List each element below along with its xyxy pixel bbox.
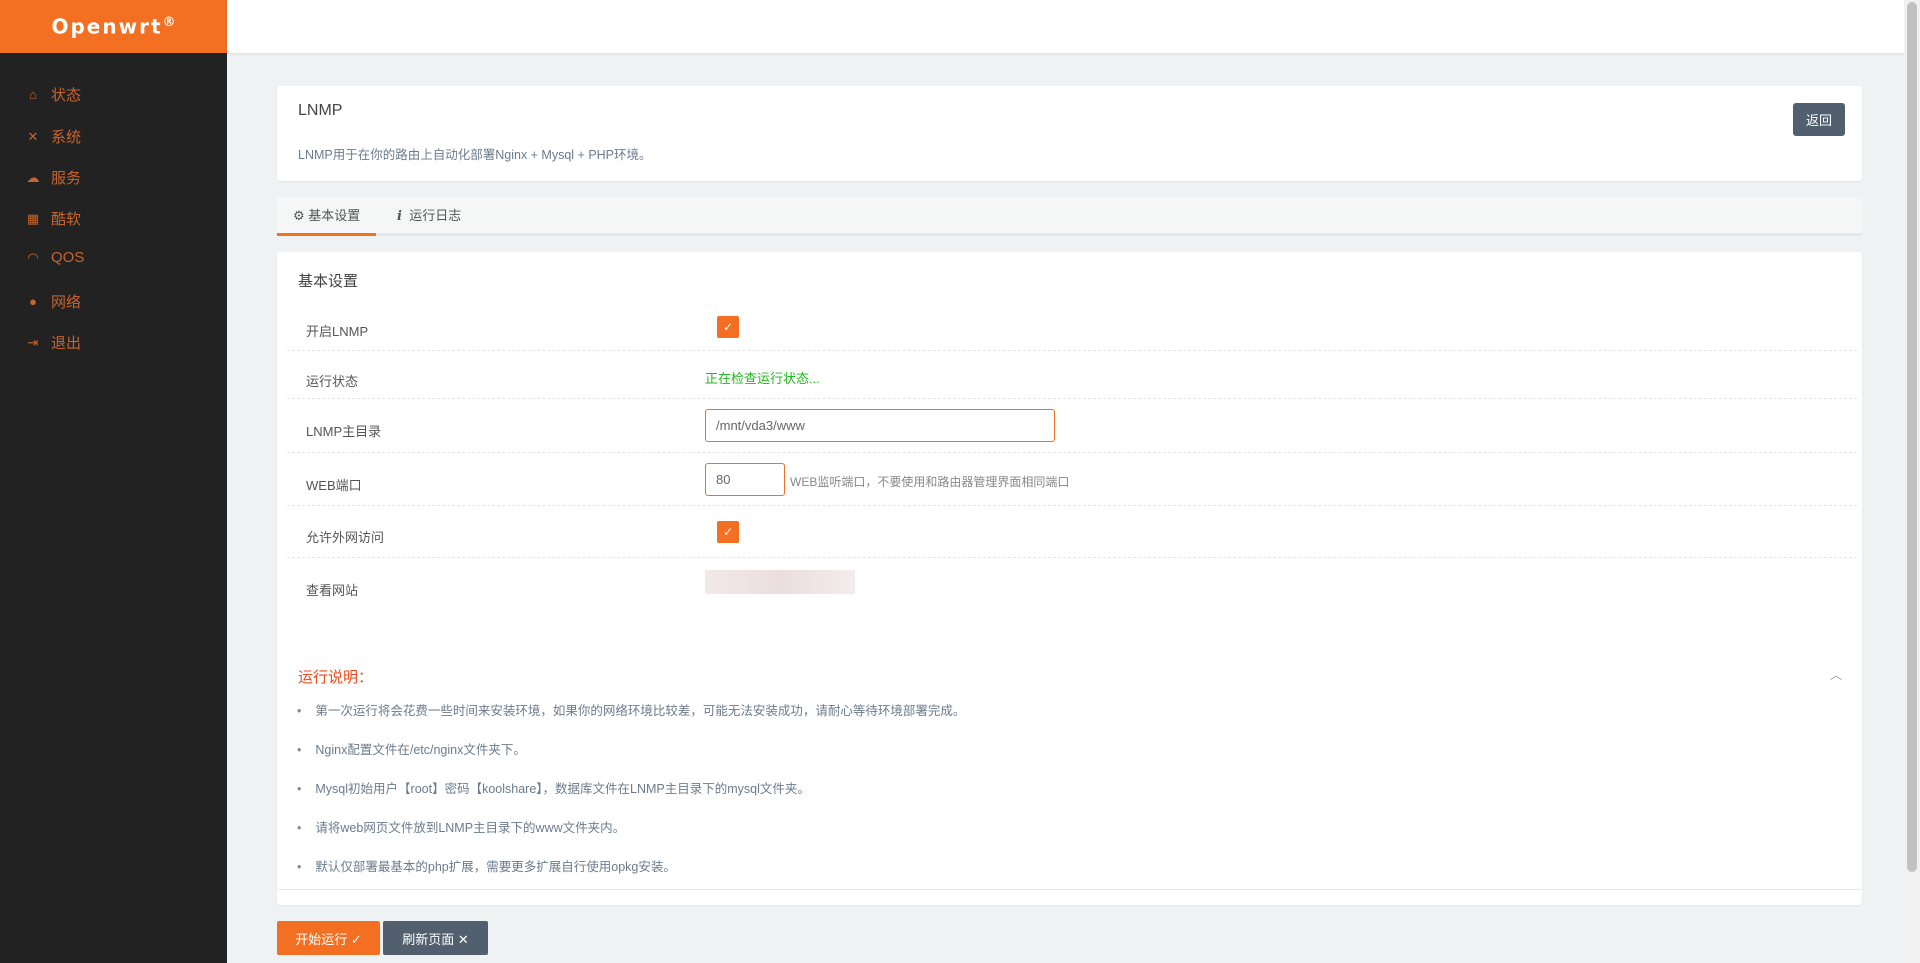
refresh-button[interactable]: 刷新页面 ✕ xyxy=(383,921,488,955)
gear-icon: ⚙ xyxy=(293,208,305,223)
wan-access-checkbox[interactable]: ✓ xyxy=(717,521,739,543)
port-input[interactable] xyxy=(705,463,785,496)
notes-title: 运行说明： xyxy=(298,669,374,686)
tab-run-log[interactable]: i 运行日志 xyxy=(381,197,477,236)
sidebar-item-qos[interactable]: ◠ QOS xyxy=(25,249,84,266)
note-item: Nginx配置文件在/etc/nginx文件夹下。 xyxy=(297,739,525,758)
view-site-label: 查看网站 xyxy=(306,583,359,598)
sign-out-icon: ⇥ xyxy=(27,334,39,350)
note-item: Mysql初始用户【root】密码【koolshare】，数据库文件在LNMP主… xyxy=(297,778,810,797)
start-button[interactable]: 开始运行 ✓ xyxy=(277,921,380,955)
divider xyxy=(277,889,1862,890)
scrollbar-thumb[interactable] xyxy=(1907,2,1917,872)
row-directory: LNMP主目录 xyxy=(287,399,1857,453)
home-icon: ⌂ xyxy=(29,87,37,102)
wan-access-label: 允许外网访问 xyxy=(306,530,385,545)
tab-label: 运行日志 xyxy=(409,208,462,223)
sidebar-item-services[interactable]: ☁ 服务 xyxy=(25,167,82,188)
sidebar-item-status[interactable]: ⌂ 状态 xyxy=(25,84,81,105)
row-port: WEB端口 WEB监听端口，不要使用和路由器管理界面相同端口 xyxy=(287,453,1857,506)
globe-icon: ● xyxy=(29,294,37,309)
enable-checkbox[interactable]: ✓ xyxy=(717,316,739,338)
sidebar-item-label: 酷软 xyxy=(51,211,82,228)
brand-logo: Openwrt® xyxy=(0,0,227,53)
status-value: 正在检查运行状态... xyxy=(705,371,820,386)
sidebar-item-system[interactable]: ✕ 系统 xyxy=(25,126,81,147)
brand-mark: ® xyxy=(162,15,176,30)
sidebar-item-logout[interactable]: ⇥ 退出 xyxy=(25,332,81,353)
section-title: 基本设置 xyxy=(298,273,359,290)
cloud-download-icon: ☁ xyxy=(26,169,40,185)
row-status: 运行状态 正在检查运行状态... xyxy=(287,351,1857,399)
sidebar-item-label: 服务 xyxy=(51,170,82,187)
header-card: LNMP LNMP用于在你的路由上自动化部署Nginx + Mysql + PH… xyxy=(277,86,1862,181)
tab-label: 基本设置 xyxy=(308,208,361,223)
calendar-icon: ▦ xyxy=(26,210,40,226)
directory-label: LNMP主目录 xyxy=(306,424,382,439)
site-link-redacted[interactable] xyxy=(705,570,855,594)
row-wan-access: 允许外网访问 ✓ xyxy=(287,506,1857,558)
chevron-up-icon[interactable]: ︿ xyxy=(1830,666,1842,683)
sidebar-item-label: 网络 xyxy=(51,294,82,311)
back-button[interactable]: 返回 xyxy=(1793,103,1845,136)
row-enable: 开启LNMP ✓ xyxy=(287,304,1857,351)
page-description: LNMP用于在你的路由上自动化部署Nginx + Mysql + PHP环境。 xyxy=(298,148,652,162)
tab-bar: ⚙ 基本设置 i 运行日志 xyxy=(277,197,1862,236)
port-label: WEB端口 xyxy=(306,478,362,493)
top-bar xyxy=(227,0,1904,53)
port-help: WEB监听端口，不要使用和路由器管理界面相同端口 xyxy=(790,475,1070,489)
tab-basic-settings[interactable]: ⚙ 基本设置 xyxy=(277,197,377,236)
sidebar-item-label: QOS xyxy=(51,249,85,266)
sidebar-item-label: 系统 xyxy=(51,129,82,146)
gauge-icon: ◠ xyxy=(27,249,39,265)
sidebar-item-software[interactable]: ▦ 酷软 xyxy=(25,208,81,229)
enable-label: 开启LNMP xyxy=(306,324,369,339)
settings-card: 基本设置 开启LNMP ✓ 运行状态 正在检查运行状态... LNMP主目录 W… xyxy=(277,252,1862,905)
info-icon: i xyxy=(397,209,402,224)
sidebar-item-network[interactable]: ● 网络 xyxy=(25,291,81,312)
scrollbar[interactable] xyxy=(1904,0,1920,963)
row-view-site: 查看网站 xyxy=(287,558,855,608)
note-item: 默认仅部署最基本的php扩展，需要更多扩展自行使用opkg安装。 xyxy=(297,856,675,875)
sidebar-item-label: 状态 xyxy=(51,87,82,104)
page-title: LNMP xyxy=(298,102,343,119)
directory-input[interactable] xyxy=(705,409,1055,442)
note-item: 第一次运行将会花费一些时间来安装环境，如果你的网络环境比较差，可能无法安装成功，… xyxy=(297,700,965,719)
note-item: 请将web网页文件放到LNMP主目录下的www文件夹内。 xyxy=(297,817,625,836)
brand-name: Openwrt xyxy=(51,14,163,39)
tools-icon: ✕ xyxy=(27,128,39,144)
status-label: 运行状态 xyxy=(306,374,359,389)
sidebar: Openwrt® ⌂ 状态 ✕ 系统 ☁ 服务 ▦ 酷软 ◠ QOS ● 网络 ⇥ 退出 xyxy=(0,0,227,963)
sidebar-item-label: 退出 xyxy=(51,335,82,352)
